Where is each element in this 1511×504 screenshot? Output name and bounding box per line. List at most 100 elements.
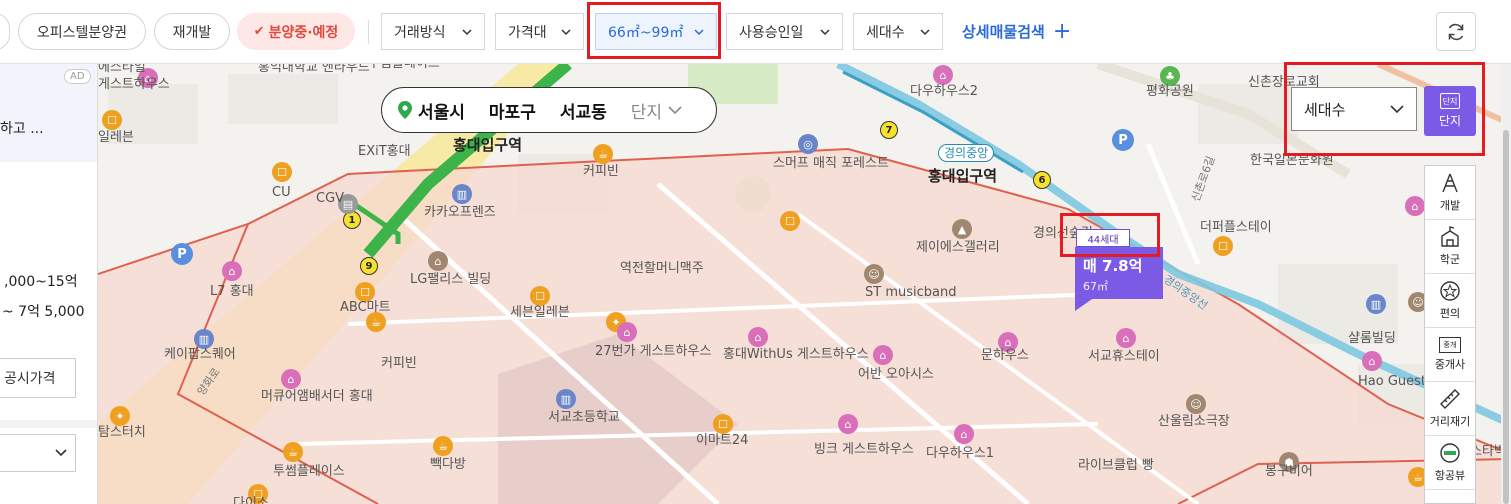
parking-icon[interactable]: P (1112, 129, 1134, 151)
map-label[interactable]: 산울림소극장 (1158, 414, 1230, 430)
location-selector[interactable]: 서울시 마포구 서교동 단지 (381, 87, 717, 133)
tool-convenience[interactable]: 편의 (1425, 274, 1475, 328)
map-label[interactable]: 에스타일 (98, 64, 146, 76)
map-label[interactable]: 커피빈 (381, 356, 417, 372)
map-label[interactable]: 카카오프렌즈 (424, 205, 496, 221)
map-label[interactable]: ST musicband (865, 285, 956, 301)
official-price-button[interactable]: 공시가격 (0, 358, 76, 398)
page-scrollbar[interactable] (1501, 64, 1511, 504)
station-label[interactable]: 홍대입구역 (928, 168, 997, 184)
household-select[interactable]: 세대수 (1291, 87, 1417, 131)
map-label[interactable]: 서교휴스테이 (1088, 349, 1160, 365)
map-label[interactable]: 세븐일레븐 (510, 305, 570, 321)
map-label[interactable]: 빽다방 (430, 457, 466, 473)
hotel-icon[interactable]: ⌂ (748, 327, 768, 347)
map-label[interactable]: 다우하우스1 (926, 446, 994, 462)
theater-icon[interactable]: ☺ (1186, 394, 1206, 414)
building-icon[interactable]: ▥ (452, 184, 472, 204)
shop-icon[interactable]: ☐ (355, 282, 375, 302)
hotel-icon[interactable]: ⌂ (222, 261, 242, 281)
filter-chip-officetel-presale[interactable]: 오피스텔분양권 (18, 13, 146, 50)
map-label[interactable]: EXiT홍대 (358, 144, 411, 160)
convenience-store-icon[interactable]: ☐ (1213, 236, 1233, 256)
station-line9-marker[interactable]: 9 (360, 257, 378, 275)
entertainment-icon[interactable]: ☺ (864, 264, 884, 284)
station-line7-marker[interactable]: 7 (880, 121, 898, 139)
tool-aerial-view[interactable]: 항공뷰 (1425, 436, 1475, 490)
attraction-icon[interactable]: ◎ (798, 134, 818, 154)
map-label[interactable]: 머큐어앰배서더 홍대 (261, 389, 373, 405)
dropdown-area-range[interactable]: 66㎡~99㎡ (595, 13, 717, 50)
map-label[interactable]: 홍익대학교 앤라우드 (258, 64, 370, 76)
hotel-icon[interactable]: ⌂ (838, 414, 858, 434)
tool-realtor[interactable]: 중개 중개사 (1425, 328, 1475, 382)
map-label[interactable]: 한국일본문화원 (1250, 153, 1334, 169)
hotel-icon[interactable]: ⌂ (1362, 351, 1382, 371)
map-label[interactable]: 다이소 (233, 496, 269, 504)
hotel-icon[interactable]: ⌂ (954, 424, 974, 444)
complex-price-marker[interactable]: 44세대 매 7.8억 67㎡ (1075, 221, 1163, 311)
cafe-icon[interactable]: ☕ (593, 144, 613, 164)
map-label[interactable]: 평화공원 (1146, 84, 1194, 100)
gallery-icon[interactable]: ▲ (952, 219, 972, 239)
hotel-icon[interactable]: ⌂ (1116, 328, 1136, 348)
dropdown-households[interactable]: 세대수 (853, 13, 943, 50)
map-label[interactable]: 케이팝스퀘어 (164, 347, 236, 363)
map-label[interactable]: 역전할머니맥주 (620, 261, 704, 277)
map-label[interactable]: CU (272, 185, 291, 201)
detail-search-button[interactable]: 상세매물검색 + (962, 13, 1071, 50)
tool-school-district[interactable]: 학군 (1425, 220, 1475, 274)
refresh-button[interactable] (1436, 12, 1476, 51)
scrollbar-thumb[interactable] (1503, 130, 1509, 504)
map-label[interactable]: 제이에스갤러리 (916, 240, 1000, 256)
tool-ruler[interactable]: 거리재기 (1425, 382, 1475, 436)
hotel-icon[interactable]: ⌂ (873, 345, 893, 365)
park-icon[interactable]: ♣ (1160, 66, 1180, 86)
map-label[interactable]: 다우하우스2 (910, 84, 978, 100)
cafe-icon[interactable]: ☕ (283, 442, 303, 462)
dropdown-trade-type[interactable]: 거래방식 (381, 13, 485, 50)
map-label[interactable]: 문하우스 (981, 348, 1029, 364)
map-label[interactable]: 어반 오아시스 (858, 367, 934, 383)
hotel-icon[interactable]: ⌂ (281, 369, 301, 389)
cafe-icon[interactable]: ☕ (433, 436, 453, 456)
hotel-icon[interactable]: ⌂ (933, 65, 953, 85)
filter-chip-partial[interactable] (0, 13, 10, 50)
map-label[interactable]: 27번가 게스트하우스 (595, 344, 711, 360)
restaurant-icon[interactable]: ✦ (110, 406, 130, 426)
map-label[interactable]: 커피빈 (583, 164, 619, 180)
school-icon[interactable]: ▥ (556, 389, 576, 409)
building-icon[interactable]: ▥ (1366, 294, 1386, 314)
map-label[interactable]: 두쉼플레이스 (368, 64, 440, 72)
map-label[interactable]: 스머프 매직 포레스트 (773, 156, 889, 172)
map-label[interactable]: 게스트하우스 (98, 77, 170, 93)
building-icon[interactable]: ▥ (194, 329, 214, 349)
map-label[interactable]: 투썸플레이스 (273, 464, 345, 480)
convenience-store-icon[interactable]: ☐ (713, 414, 733, 434)
map-label[interactable]: 서교초등학교 (548, 410, 620, 426)
location-type[interactable]: 단지 (631, 98, 662, 123)
map-label[interactable]: 홍대WithUs 게스트하우스 (723, 347, 869, 363)
filter-chip-presale-ongoing[interactable]: ✔ 분양중·예정 (237, 13, 355, 50)
map-label[interactable]: 일레븐 (98, 130, 134, 146)
convenience-store-icon[interactable]: ☐ (780, 211, 800, 231)
residence-icon[interactable]: ⌂ (428, 251, 448, 271)
sort-select[interactable] (0, 434, 76, 472)
station-label[interactable]: 홍대입구역 (453, 137, 522, 153)
ad-banner[interactable]: AD 하고 ... (0, 64, 97, 162)
map-label[interactable]: 탐스터치 (98, 425, 146, 441)
convenience-store-icon[interactable]: ☐ (272, 162, 292, 182)
dropdown-price-range[interactable]: 가격대 (495, 13, 584, 50)
shop-icon[interactable]: ☐ (530, 286, 550, 306)
location-district[interactable]: 마포구 (489, 98, 536, 123)
map-label[interactable]: 이마트24 (696, 433, 748, 449)
map-label[interactable]: 더퍼플스테이 (1200, 220, 1272, 236)
map-label[interactable]: CGV (316, 191, 344, 207)
dropdown-approval-date[interactable]: 사용승인일 (726, 13, 843, 50)
map-label[interactable]: 빙크 게스트하우스 (814, 442, 914, 458)
filter-chip-redevelopment[interactable]: 재개발 (154, 13, 230, 50)
location-dong[interactable]: 서교동 (560, 98, 607, 123)
hotel-icon[interactable]: ⌂ (1405, 196, 1425, 216)
complex-toggle-button[interactable]: 단지 단지 (1424, 86, 1476, 136)
map-label[interactable]: ABC마트 (340, 300, 391, 316)
